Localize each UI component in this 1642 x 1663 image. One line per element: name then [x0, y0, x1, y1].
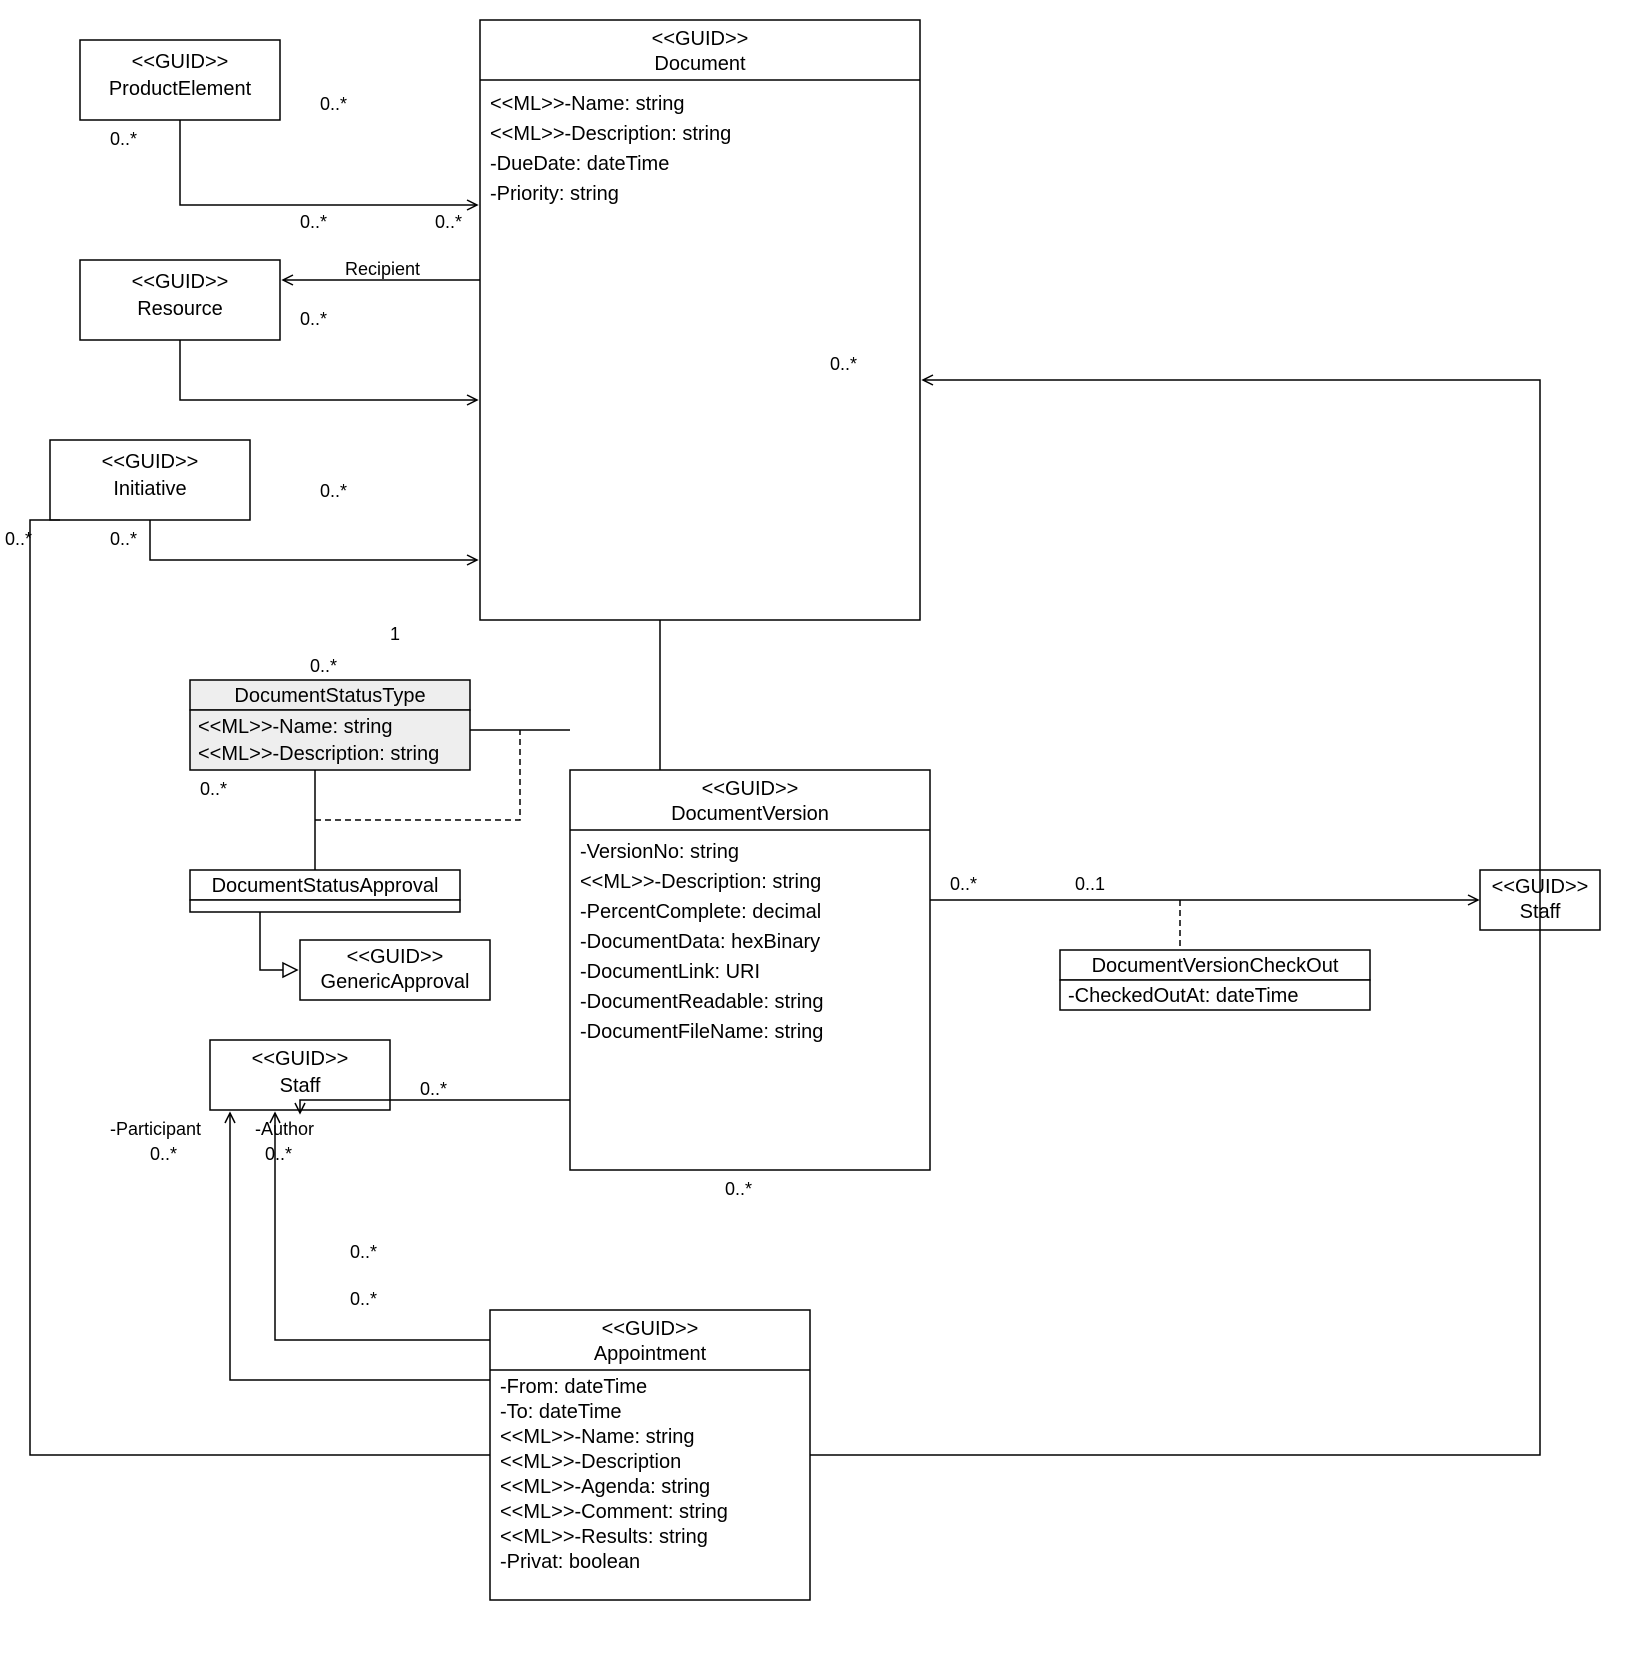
mult: 0..* — [420, 1079, 447, 1099]
stereotype: <<GUID>> — [347, 946, 444, 968]
mult: 0..* — [5, 529, 32, 549]
attr: <<ML>>-Description: string — [490, 123, 731, 145]
attr: <<ML>>-Name: string — [198, 716, 393, 738]
class-initiative: <<GUID>> Initiative — [50, 440, 250, 520]
attr: -DocumentFileName: string — [580, 1021, 823, 1043]
class-name: Document — [654, 53, 746, 75]
attr: -VersionNo: string — [580, 841, 739, 863]
attr: <<ML>>-Description: string — [580, 871, 821, 893]
mult: 0..* — [300, 212, 327, 232]
class-documentversion: <<GUID>> DocumentVersion -VersionNo: str… — [570, 770, 930, 1170]
class-name: ProductElement — [109, 78, 252, 100]
mult: 0..* — [830, 354, 857, 374]
mult: 0..* — [310, 656, 337, 676]
attr: <<ML>>-Agenda: string — [500, 1476, 710, 1498]
role: -Author — [255, 1119, 314, 1139]
mult: 0..* — [110, 529, 137, 549]
class-documentstatustype: DocumentStatusType <<ML>>-Name: string <… — [190, 680, 470, 770]
class-name: Initiative — [113, 478, 186, 500]
attr: -DueDate: dateTime — [490, 153, 669, 175]
attr: -DocumentLink: URI — [580, 961, 760, 983]
attr: -To: dateTime — [500, 1401, 622, 1423]
class-document: <<GUID>> Document <<ML>>-Name: string <<… — [480, 20, 920, 620]
mult: 0..1 — [1075, 874, 1105, 894]
assoc-resource-document-2 — [180, 340, 477, 400]
attr: <<ML>>-Description: string — [198, 743, 439, 765]
mult: 0..* — [350, 1289, 377, 1309]
mult: 0..* — [320, 94, 347, 114]
stereotype: <<GUID>> — [102, 451, 199, 473]
mult: 0..* — [110, 129, 137, 149]
role: Recipient — [345, 259, 420, 279]
class-name: Appointment — [594, 1343, 707, 1365]
class-documentstatusapproval: DocumentStatusApproval — [190, 870, 460, 912]
class-appointment: <<GUID>> Appointment -From: dateTime -To… — [490, 1310, 810, 1600]
attr: -Priority: string — [490, 183, 619, 205]
mult: 0..* — [435, 212, 462, 232]
assoc-initiative-document — [150, 520, 477, 560]
gen-approval — [260, 912, 297, 970]
class-name: DocumentVersionCheckOut — [1092, 955, 1339, 977]
mult: 0..* — [300, 309, 327, 329]
class-genericapproval: <<GUID>> GenericApproval — [300, 940, 490, 1000]
stereotype: <<GUID>> — [252, 1048, 349, 1070]
mult: 0..* — [150, 1144, 177, 1164]
mult: 0..* — [950, 874, 977, 894]
class-name: GenericApproval — [321, 971, 470, 993]
stereotype: <<GUID>> — [602, 1318, 699, 1340]
class-productelement: <<GUID>> ProductElement — [80, 40, 280, 120]
stereotype: <<GUID>> — [132, 271, 229, 293]
class-resource: <<GUID>> Resource — [80, 260, 280, 340]
uml-diagram: <<GUID>> ProductElement <<GUID>> Resourc… — [0, 0, 1642, 1663]
attr: <<ML>>-Description — [500, 1451, 681, 1473]
mult: 0..* — [320, 481, 347, 501]
stereotype: <<GUID>> — [702, 778, 799, 800]
attr: <<ML>>-Comment: string — [500, 1501, 728, 1523]
attr: -DocumentData: hexBinary — [580, 931, 820, 953]
mult: 0..* — [265, 1144, 292, 1164]
attr: -Privat: boolean — [500, 1551, 640, 1573]
mult: 1 — [390, 624, 400, 644]
class-name: DocumentStatusType — [234, 685, 425, 707]
class-name: DocumentStatusApproval — [212, 875, 439, 897]
role: -Participant — [110, 1119, 201, 1139]
attr: -CheckedOutAt: dateTime — [1068, 985, 1298, 1007]
attr: <<ML>>-Name: string — [500, 1426, 695, 1448]
assoc-appointment-staff-1 — [275, 1113, 490, 1340]
class-name: Resource — [137, 298, 223, 320]
stereotype: <<GUID>> — [132, 51, 229, 73]
mult: 0..* — [350, 1242, 377, 1262]
mult: 0..* — [725, 1179, 752, 1199]
class-name: Staff — [280, 1075, 321, 1097]
stereotype: <<GUID>> — [652, 28, 749, 50]
class-name: DocumentVersion — [671, 803, 829, 825]
attr: -PercentComplete: decimal — [580, 901, 821, 923]
mult: 0..* — [200, 779, 227, 799]
attr: -From: dateTime — [500, 1376, 647, 1398]
attr: <<ML>>-Results: string — [500, 1526, 708, 1548]
class-documentversioncheckout: DocumentVersionCheckOut -CheckedOutAt: d… — [1060, 950, 1370, 1010]
attr: -DocumentReadable: string — [580, 991, 823, 1013]
assoc-productelement-document — [180, 120, 477, 205]
attr: <<ML>>-Name: string — [490, 93, 685, 115]
